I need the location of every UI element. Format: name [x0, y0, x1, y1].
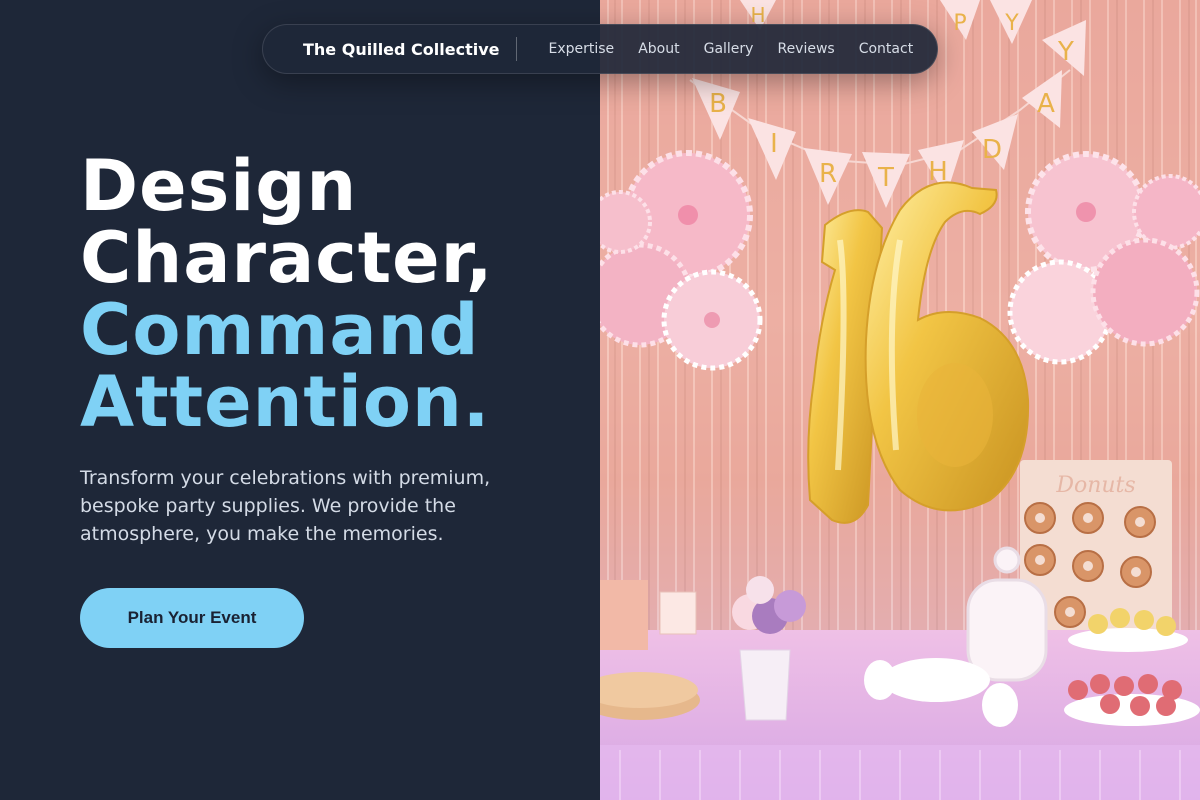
hero-image: B I R T H D A Y H P Y Donuts: [600, 0, 1200, 800]
svg-text:T: T: [877, 163, 894, 193]
svg-text:B: B: [709, 89, 727, 119]
svg-text:D: D: [982, 135, 1002, 165]
nav-link-about[interactable]: About: [638, 41, 679, 57]
top-navigation: The Quilled Collective Expertise About G…: [262, 24, 938, 74]
nav-link-gallery[interactable]: Gallery: [704, 41, 754, 57]
nav-link-expertise[interactable]: Expertise: [549, 41, 615, 57]
nav-link-contact[interactable]: Contact: [859, 41, 913, 57]
nav-links: Expertise About Gallery Reviews Contact: [533, 41, 914, 57]
hero-headline: Design Character, Command Attention.: [80, 150, 493, 438]
headline-line-4: Attention.: [80, 361, 491, 443]
headline-line-2: Character,: [80, 217, 494, 299]
svg-text:A: A: [1037, 89, 1055, 119]
svg-text:Y: Y: [1057, 37, 1074, 67]
svg-text:I: I: [770, 129, 778, 159]
brand-logo[interactable]: The Quilled Collective: [303, 40, 500, 59]
svg-text:Donuts: Donuts: [1055, 473, 1135, 498]
headline-line-1: Design: [80, 145, 358, 227]
party-photo: B I R T H D A Y H P Y Donuts: [600, 0, 1200, 800]
svg-text:R: R: [819, 159, 837, 189]
nav-divider: [515, 37, 517, 61]
svg-text:Y: Y: [1004, 11, 1019, 36]
nav-link-reviews[interactable]: Reviews: [777, 41, 834, 57]
svg-text:P: P: [953, 11, 966, 36]
hero-subtitle: Transform your celebrations with premium…: [80, 467, 491, 545]
plan-event-button[interactable]: Plan Your Event: [80, 588, 304, 648]
headline-line-3: Command: [80, 289, 480, 371]
